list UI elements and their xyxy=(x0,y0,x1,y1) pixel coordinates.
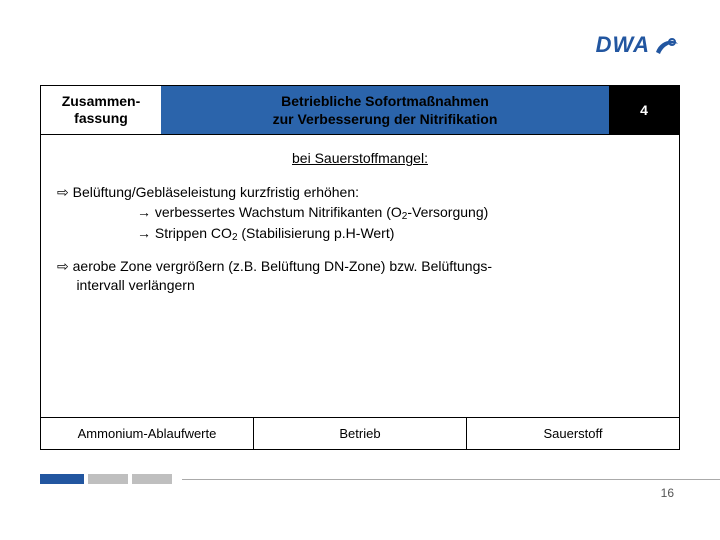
bullet-1: ⇨ Belüftung/Gebläseleistung kurzfristig … xyxy=(57,183,663,245)
header-number-text: 4 xyxy=(640,102,648,118)
footer-strip xyxy=(40,474,720,484)
bullet-1-sub1: → verbessertes Wachstum Nitrifikanten (O… xyxy=(57,203,663,224)
bullet-2-line1: ⇨ aerobe Zone vergrößern (z.B. Belüftung… xyxy=(57,257,663,277)
bullet-2-line2: intervall verlängern xyxy=(57,276,663,296)
bullet-1-sub2: → Strippen CO2 (Stabilisierung p.H-Wert) xyxy=(57,224,663,245)
strip-grey xyxy=(88,474,128,484)
header-title: Betriebliche Sofortmaßnahmen zur Verbess… xyxy=(161,86,609,134)
bullet-1-sub2-pre: → Strippen CO xyxy=(137,225,232,241)
header-number: 4 xyxy=(609,86,679,134)
logo-swoosh-icon xyxy=(654,32,680,58)
bullet-2: ⇨ aerobe Zone vergrößern (z.B. Belüftung… xyxy=(57,257,663,296)
bullet-1-sub1-pre: → verbessertes Wachstum Nitrifikanten (O xyxy=(137,204,402,220)
footer-cell-3: Sauerstoff xyxy=(467,418,679,449)
slide-box: Zusammen- fassung Betriebliche Sofortmaß… xyxy=(40,85,680,450)
page-number: 16 xyxy=(661,486,674,500)
subtitle: bei Sauerstoffmangel: xyxy=(57,149,663,169)
footer-cell-2: Betrieb xyxy=(254,418,467,449)
header-left: Zusammen- fassung xyxy=(41,86,161,134)
header-left-line1: Zusammen- xyxy=(62,93,141,110)
footer-cell-1: Ammonium-Ablaufwerte xyxy=(41,418,254,449)
bullet-1-sub1-post: -Versorgung) xyxy=(407,204,488,220)
logo-text: DWA xyxy=(596,32,650,58)
footer-row: Ammonium-Ablaufwerte Betrieb Sauerstoff xyxy=(41,417,679,449)
header-title-line1: Betriebliche Sofortmaßnahmen xyxy=(281,92,489,110)
logo: DWA xyxy=(596,32,680,58)
header-left-line2: fassung xyxy=(74,110,128,127)
header-row: Zusammen- fassung Betriebliche Sofortmaß… xyxy=(41,86,679,135)
bullet-1-line1: ⇨ Belüftung/Gebläseleistung kurzfristig … xyxy=(57,183,663,203)
header-title-line2: zur Verbesserung der Nitrifikation xyxy=(273,110,498,128)
strip-grey-2 xyxy=(132,474,172,484)
strip-blue xyxy=(40,474,84,484)
strip-line xyxy=(182,479,720,480)
content-area: bei Sauerstoffmangel: ⇨ Belüftung/Gebläs… xyxy=(41,135,679,317)
bullet-1-sub2-post: (Stabilisierung p.H-Wert) xyxy=(238,225,395,241)
